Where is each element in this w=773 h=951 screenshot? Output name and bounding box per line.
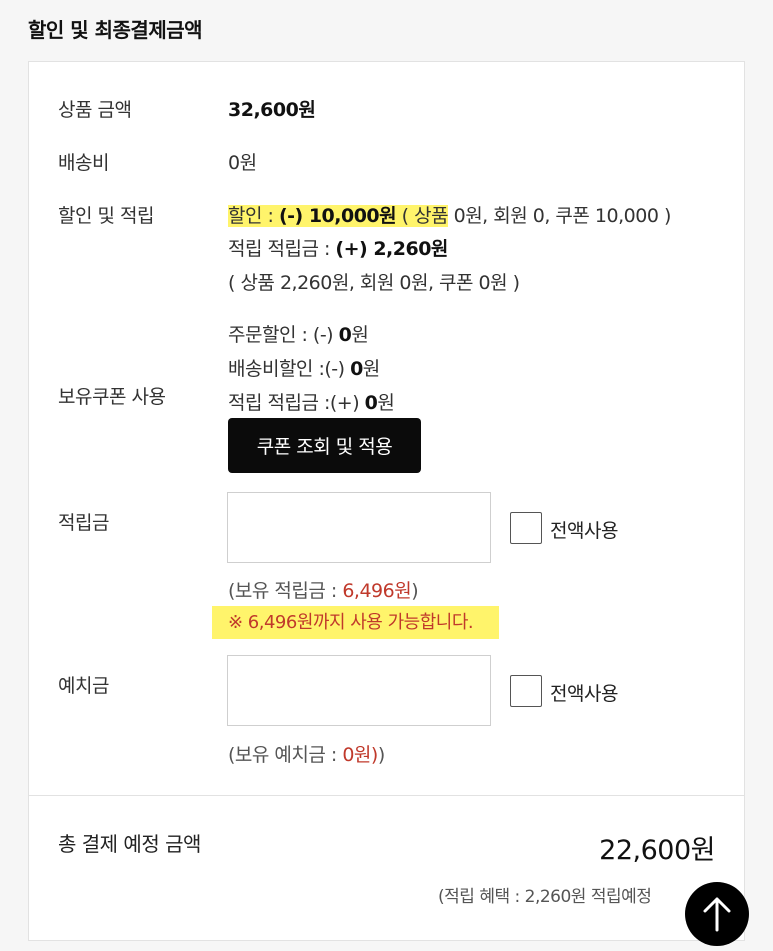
points-earn-detail: ( 상품 2,260원, 회원 0원, 쿠폰 0원 ) <box>228 272 520 294</box>
discount-detail-a: ( 상품 <box>396 205 449 227</box>
points-use-all-label[interactable]: 전액사용 <box>550 516 618 543</box>
coupon-shipping-discount: 배송비할인 :(-) 0원 <box>228 354 380 381</box>
points-notice-wrap: ※ 6,496원까지 사용 가능합니다. <box>212 606 500 639</box>
deposit-use-all-label[interactable]: 전액사용 <box>550 679 618 706</box>
shipping-value: 0원 <box>228 152 257 174</box>
coupon-ship-unit: 원 <box>362 358 380 380</box>
section-title: 할인 및 최종결제금액 <box>28 18 203 42</box>
deposit-held: (보유 예치금 : 0원)) <box>228 740 385 767</box>
coupon-order-prefix: 주문할인 : (-) <box>228 324 339 346</box>
points-input[interactable] <box>227 492 491 563</box>
deposit-held-suffix: ) <box>377 744 385 766</box>
discount-line: 할인 : (-) 10,000원 ( 상품 0원, 회원 0, 쿠폰 10,00… <box>228 201 671 228</box>
total-note: (적립 혜택 : 2,260원 적립예정 <box>438 887 652 907</box>
points-label: 적립금 <box>58 512 109 534</box>
coupon-points-prefix: 적립 적립금 :(+) <box>228 392 365 414</box>
coupon-apply-button[interactable]: 쿠폰 조회 및 적용 <box>228 418 421 473</box>
discount-label: 할인 및 적립 <box>58 205 154 227</box>
deposit-held-amount: 0원) <box>342 744 378 766</box>
coupon-points-unit: 원 <box>377 392 395 414</box>
deposit-input[interactable] <box>227 655 491 726</box>
points-held: (보유 적립금 : 6,496원) <box>228 576 419 603</box>
scroll-top-button[interactable] <box>685 882 749 946</box>
coupon-order-discount: 주문할인 : (-) 0원 <box>228 320 369 347</box>
points-notice: ※ 6,496원까지 사용 가능합니다. <box>212 606 500 639</box>
total-value: 22,600원 <box>599 835 715 866</box>
discount-amount: (-) 10,000원 <box>278 205 397 227</box>
product-amount-value: 32,600원 <box>228 99 316 121</box>
coupon-order-unit: 원 <box>351 324 369 346</box>
deposit-use-all-checkbox[interactable] <box>510 675 542 707</box>
coupon-points: 적립 적립금 :(+) 0원 <box>228 388 395 415</box>
points-held-suffix: ) <box>411 580 419 602</box>
points-use-all-checkbox[interactable] <box>510 512 542 544</box>
deposit-held-prefix: (보유 예치금 : <box>228 744 343 766</box>
total-label: 총 결제 예정 금액 <box>58 832 201 856</box>
deposit-label: 예치금 <box>58 675 109 697</box>
points-held-amount: 6,496원 <box>342 580 412 602</box>
product-amount-label: 상품 금액 <box>58 99 132 121</box>
coupon-order-amount: 0 <box>338 324 352 346</box>
divider <box>28 795 745 796</box>
coupon-ship-amount: 0 <box>350 358 363 380</box>
coupon-ship-prefix: 배송비할인 :(-) <box>228 358 351 380</box>
arrow-up-icon <box>703 897 731 932</box>
discount-prefix: 할인 : <box>228 205 279 227</box>
coupon-label: 보유쿠폰 사용 <box>58 386 166 408</box>
discount-detail-b: 0원, 회원 0, 쿠폰 10,000 ) <box>448 205 672 227</box>
shipping-label: 배송비 <box>58 152 109 174</box>
points-earn-prefix: 적립 적립금 : <box>228 238 336 260</box>
points-earn-amount: (+) 2,260원 <box>335 238 448 260</box>
points-earn-line: 적립 적립금 : (+) 2,260원 <box>228 234 448 261</box>
points-held-prefix: (보유 적립금 : <box>228 580 343 602</box>
coupon-points-amount: 0 <box>364 392 378 414</box>
